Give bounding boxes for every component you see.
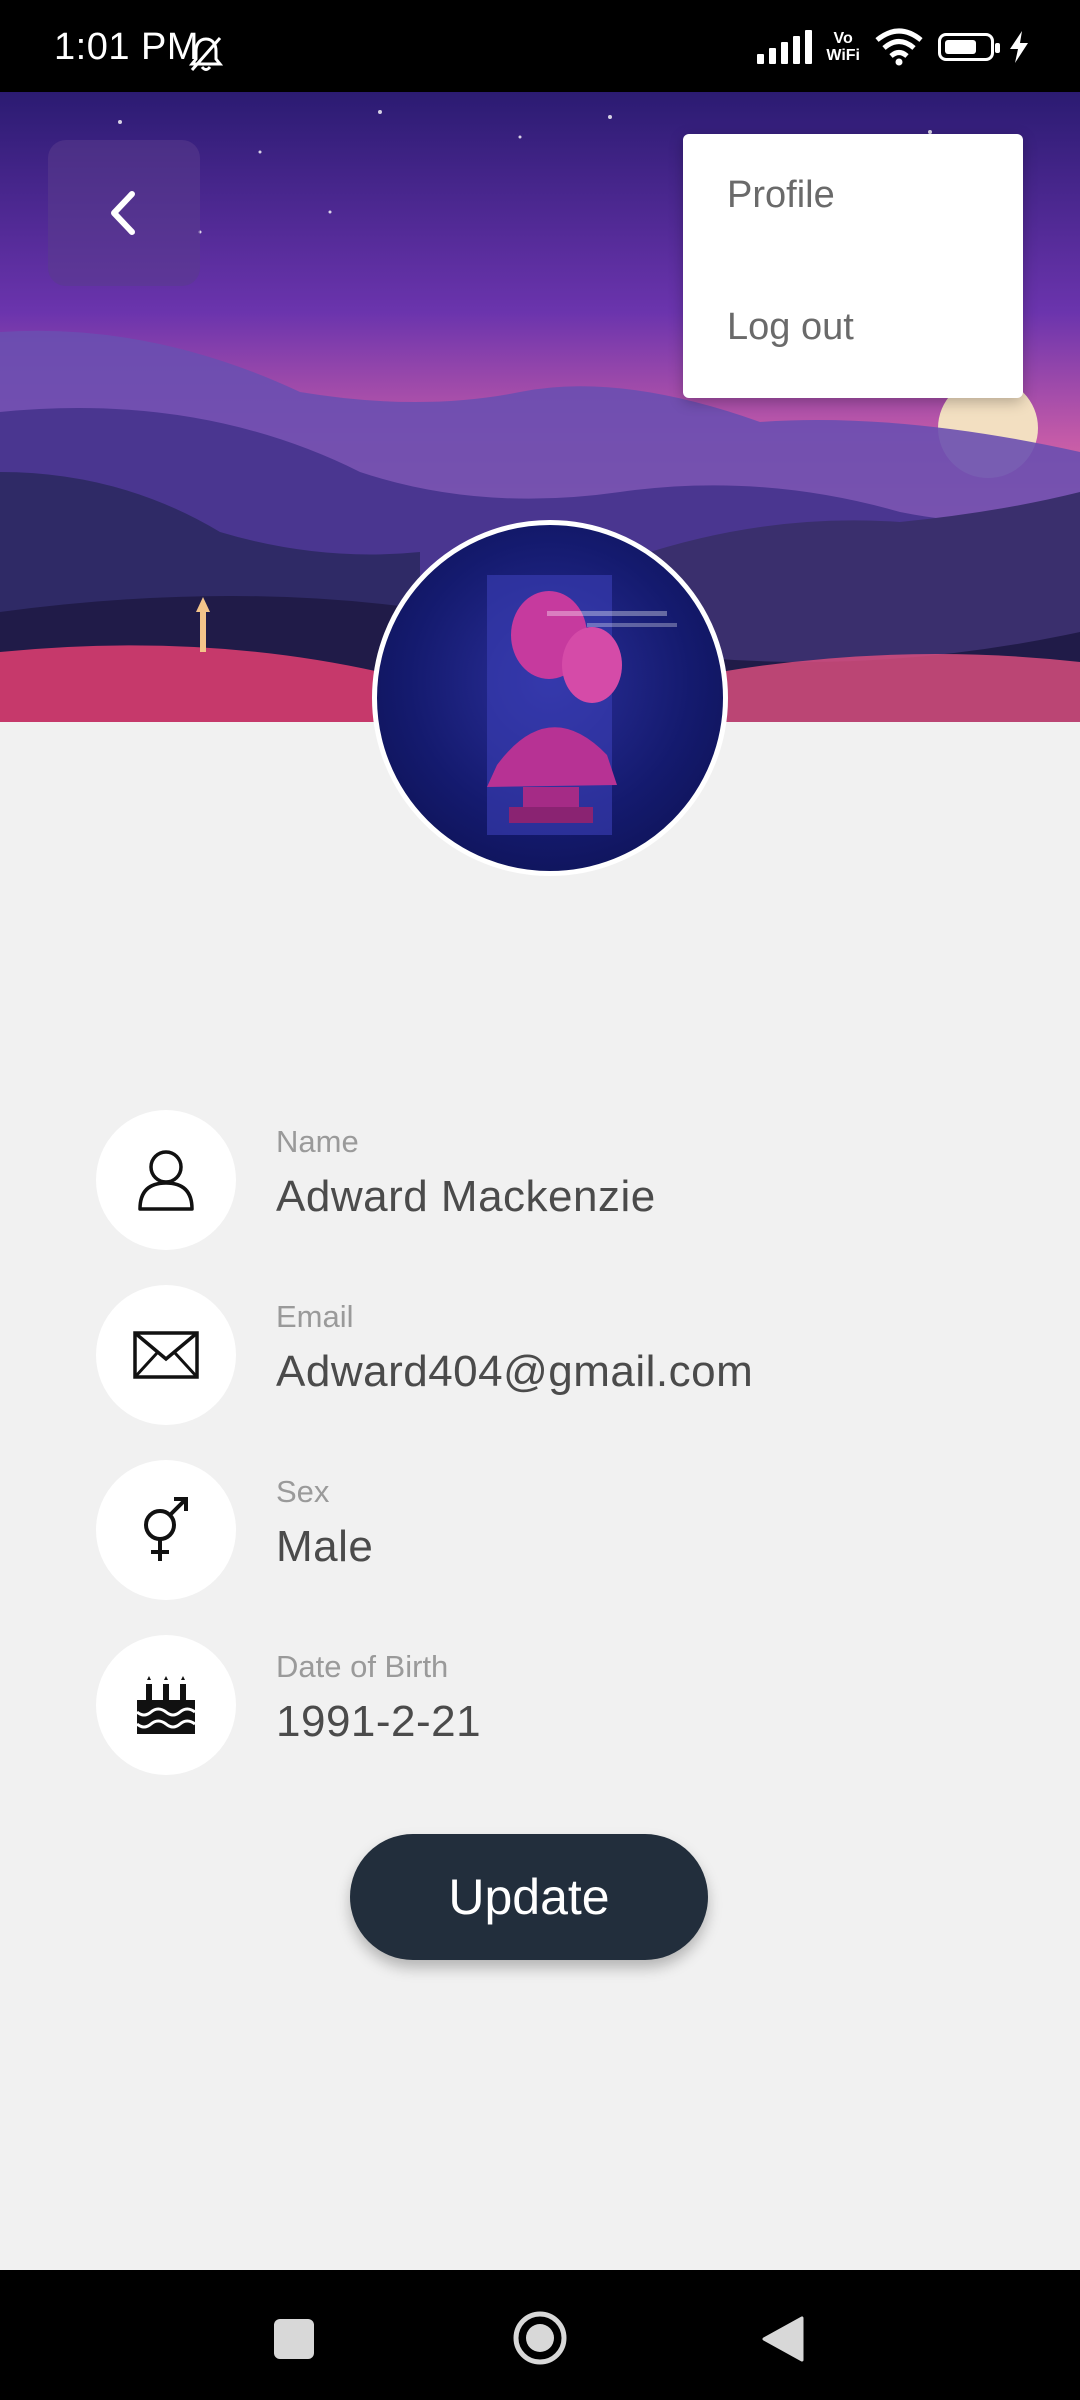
vowifi-line2: WiFi xyxy=(826,47,860,64)
avatar-bust-image xyxy=(487,575,677,835)
bell-muted-icon xyxy=(188,37,224,71)
recents-square-icon[interactable] xyxy=(272,2317,316,2361)
back-triangle-icon[interactable] xyxy=(760,2314,806,2364)
menu-item-profile[interactable]: Profile xyxy=(727,174,835,217)
status-time: 1:01 PM xyxy=(54,26,200,68)
sex-label: Sex xyxy=(276,1474,330,1509)
vowifi-line1: Vo xyxy=(833,30,853,47)
home-circle-icon[interactable] xyxy=(512,2310,568,2366)
name-value: Adward Mackenzie xyxy=(276,1172,656,1221)
email-value: Adward404@gmail.com xyxy=(276,1347,754,1396)
charging-icon xyxy=(1010,31,1028,63)
dob-value: 1991-2-21 xyxy=(276,1697,482,1746)
envelope-icon xyxy=(133,1331,199,1379)
birthday-cake-icon xyxy=(136,1676,196,1734)
battery-icon xyxy=(938,33,1000,61)
envelope-icon-circle xyxy=(96,1285,236,1425)
birthday-cake-icon-circle xyxy=(96,1635,236,1775)
profile-field-name: Name Adward Mackenzie xyxy=(96,1110,996,1250)
dob-label: Date of Birth xyxy=(276,1649,449,1684)
profile-field-email: Email Adward404@gmail.com xyxy=(96,1285,996,1425)
menu-item-logout[interactable]: Log out xyxy=(727,306,854,349)
signal-icon xyxy=(757,30,813,64)
sex-value: Male xyxy=(276,1522,374,1571)
chevron-left-icon xyxy=(111,191,135,235)
person-icon-circle xyxy=(96,1110,236,1250)
back-button[interactable] xyxy=(48,140,200,286)
status-bar: 1:01 PM Vo WiFi xyxy=(0,0,1080,92)
vowifi-icon: Vo WiFi xyxy=(826,30,860,64)
profile-field-sex: Sex Male xyxy=(96,1460,996,1600)
person-icon xyxy=(138,1150,194,1211)
name-label: Name xyxy=(276,1124,359,1159)
navigation-bar xyxy=(0,2270,1080,2400)
profile-field-dob: Date of Birth 1991-2-21 xyxy=(96,1635,996,1775)
overflow-menu: Profile Log out xyxy=(683,134,1023,398)
wifi-icon xyxy=(875,28,923,66)
gender-icon xyxy=(144,1497,188,1561)
gender-icon-circle xyxy=(96,1460,236,1600)
avatar xyxy=(372,520,728,876)
update-button[interactable]: Update xyxy=(350,1834,708,1960)
email-label: Email xyxy=(276,1299,354,1334)
